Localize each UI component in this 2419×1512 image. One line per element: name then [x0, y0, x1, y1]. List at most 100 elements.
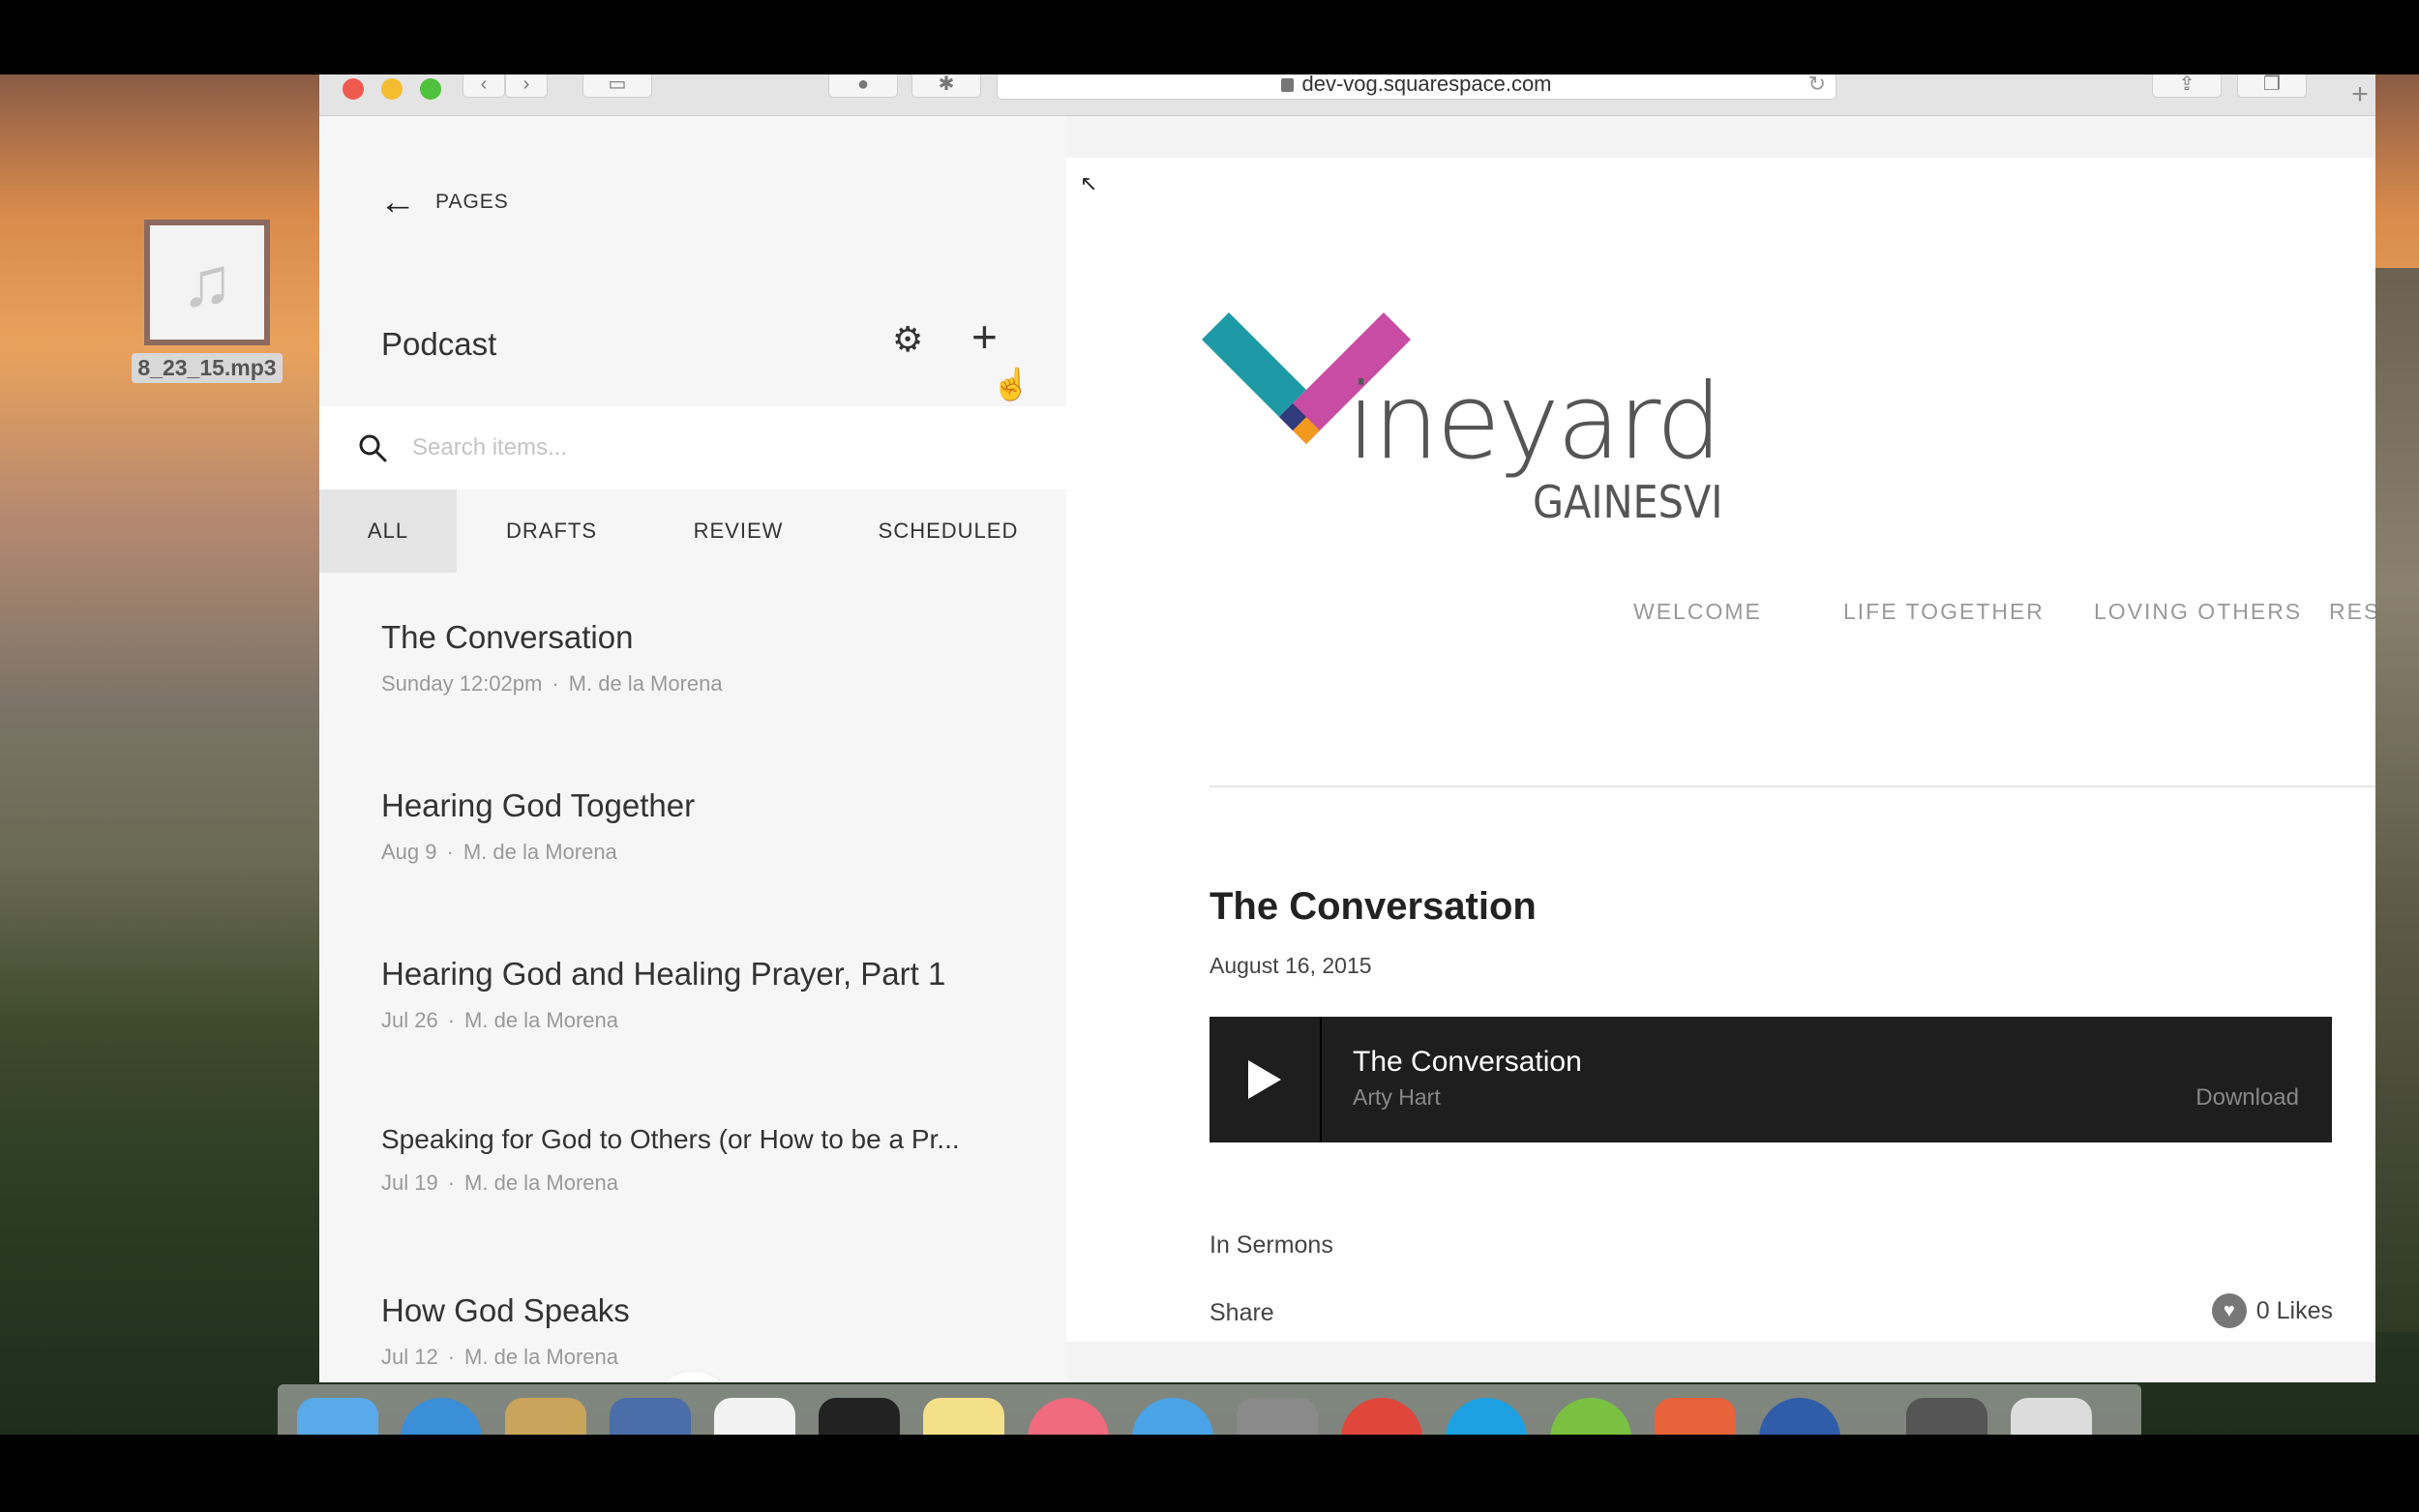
lock-icon [1281, 78, 1295, 93]
item-author: M. de la Morena [463, 840, 617, 864]
downloads-stack-icon[interactable] [1906, 1398, 1987, 1435]
address-bar[interactable]: dev-vog.squarespace.com ↻ [997, 74, 1837, 100]
item-title: Speaking for God to Others (or How to be… [381, 1124, 960, 1154]
item-author: M. de la Morena [464, 1345, 619, 1369]
music-note-icon: ♫ [144, 220, 270, 345]
pages-panel: ← PAGES Podcast ⚙ + ☝ ALL DRAFTS REVIEW … [319, 116, 1066, 1382]
item-title: Hearing God and Healing Prayer, Part 1 [381, 956, 946, 992]
back-to-pages-link[interactable]: ← PAGES [379, 184, 509, 221]
back-nav-icon[interactable]: ‹ [463, 74, 505, 98]
quicktime-icon[interactable] [1759, 1398, 1840, 1435]
list-item[interactable]: Hearing God Together Aug 9 · M. de la More… [319, 741, 1066, 909]
browser-toolbar: ‹ › ▭ ● ✱ dev-vog.squarespace.com ↻ ⇪ ❐ … [319, 74, 2375, 116]
sublime-icon[interactable] [505, 1398, 586, 1435]
filter-tabs: ALL DRAFTS REVIEW SCHEDULED [319, 489, 1066, 573]
item-date: Sunday 12:02pm [381, 671, 543, 696]
acrobat-icon[interactable] [1655, 1398, 1736, 1435]
hand-cursor-icon: ☝ [992, 367, 1030, 401]
safari-icon[interactable] [401, 1398, 482, 1435]
item-author: M. de la Morena [568, 671, 723, 696]
site-nav: WELCOME LIFE TOGETHER LOVING OTHERS RESO… [1066, 599, 2375, 637]
expand-arrow-icon[interactable]: ↖ [1080, 171, 1097, 196]
item-meta: Jul 26 · M. de la Morena [381, 1008, 619, 1032]
address-bar-url: dev-vog.squarespace.com [1301, 74, 1552, 96]
tab-scheduled[interactable]: SCHEDULED [830, 489, 1066, 573]
nav-link-welcome[interactable]: WELCOME [1633, 599, 1762, 625]
item-title: How God Speaks [381, 1292, 630, 1328]
finder-icon[interactable] [297, 1398, 378, 1435]
terminal-icon[interactable] [819, 1398, 900, 1435]
itunes-icon[interactable] [1028, 1398, 1109, 1435]
play-button[interactable] [1210, 1017, 1322, 1142]
search-icon [359, 434, 387, 462]
trash-can-icon[interactable] [2011, 1398, 2092, 1435]
list-item[interactable]: Hearing God and Healing Prayer, Part 1 J… [319, 909, 1066, 1078]
tab-all[interactable]: ALL [319, 489, 457, 573]
item-author: M. de la Morena [464, 1008, 619, 1032]
back-label: PAGES [435, 191, 509, 213]
logo-subtitle: GAINESVILLE [1533, 476, 1724, 525]
desktop-file-name: 8_23_15.mp3 [132, 353, 283, 383]
page-title: Podcast [381, 326, 497, 362]
close-window-button[interactable] [343, 78, 364, 100]
dock [278, 1384, 2141, 1435]
item-meta: Jul 12 · M. de la Morena [381, 1345, 619, 1369]
track-title: The Conversation [1353, 1046, 1582, 1078]
item-title: The Conversation [381, 619, 634, 655]
header-divider [1210, 786, 2375, 787]
extension-icon[interactable]: ● [828, 74, 898, 98]
download-link[interactable]: Download [2195, 1084, 2299, 1112]
search-input[interactable] [412, 434, 993, 461]
notes-icon[interactable] [923, 1398, 1004, 1435]
skype-icon[interactable] [1446, 1398, 1527, 1435]
item-list: The Conversation Sunday 12:02pm · M. de la… [319, 573, 1066, 1382]
item-author: M. de la Morena [464, 1171, 619, 1195]
chrome-icon[interactable] [1341, 1398, 1422, 1435]
screen-bottom-bar [0, 1435, 2419, 1512]
audio-player: The Conversation Arty Hart Download [1210, 1017, 2332, 1142]
item-date: Aug 9 [381, 840, 437, 864]
tabs-overview-icon[interactable]: ❐ [2237, 74, 2307, 98]
likes-count: 0 Likes [2255, 1296, 2333, 1324]
puzzle-extension-icon[interactable]: ✱ [911, 74, 981, 98]
post-category[interactable]: In Sermons [1210, 1231, 1333, 1260]
nav-link-loving-others[interactable]: LOVING OTHERS [2094, 599, 2302, 625]
new-tab-button[interactable]: + [2344, 74, 2375, 115]
maps-icon[interactable] [1550, 1398, 1631, 1435]
calendar-icon[interactable] [714, 1398, 795, 1435]
search-bar [319, 406, 1066, 489]
share-link[interactable]: Share [1210, 1299, 1274, 1327]
sidebar-toggle-icon[interactable]: ▭ [582, 74, 652, 98]
system-preferences-icon[interactable] [1237, 1398, 1318, 1435]
browser-window: ‹ › ▭ ● ✱ dev-vog.squarespace.com ↻ ⇪ ❐ … [319, 74, 2375, 1382]
item-title: Hearing God Together [381, 787, 696, 823]
screen-top-bar [0, 0, 2419, 74]
item-date: Jul 26 [381, 1008, 438, 1032]
list-item[interactable]: How God Speaks Jul 12 · M. de la Morena [319, 1246, 1066, 1382]
play-icon [1248, 1060, 1281, 1099]
sequel-pro-icon[interactable] [610, 1398, 691, 1435]
reload-icon[interactable]: ↻ [1808, 74, 1826, 95]
nav-link-resources[interactable]: RESOU [2329, 599, 2375, 625]
like-button[interactable]: ♥ 0 Likes [2211, 1293, 2333, 1328]
desktop-file[interactable]: ♫ 8_23_15.mp3 [126, 220, 288, 383]
item-meta: Aug 9 · M. de la Morena [381, 840, 617, 864]
forward-nav-icon[interactable]: › [505, 74, 548, 98]
vineyard-logo: ineyard GAINESVILLE [1202, 312, 1724, 525]
app-store-icon[interactable] [1132, 1398, 1213, 1435]
list-item[interactable]: Speaking for God to Others (or How to be… [319, 1078, 1066, 1246]
nav-link-life-together[interactable]: LIFE TOGETHER [1843, 599, 2045, 625]
tab-drafts[interactable]: DRAFTS [457, 489, 646, 573]
share-icon[interactable]: ⇪ [2152, 74, 2222, 98]
minimize-window-button[interactable] [381, 78, 403, 100]
gear-icon[interactable]: ⚙ [892, 322, 923, 357]
list-item[interactable]: The Conversation Sunday 12:02pm · M. de la… [319, 573, 1066, 741]
heart-icon: ♥ [2211, 1293, 2247, 1328]
item-meta: Jul 19 · M. de la Morena [381, 1171, 619, 1195]
logo-wordmark: ineyard [1347, 362, 1719, 483]
tab-review[interactable]: REVIEW [646, 489, 830, 573]
add-item-button[interactable]: + [971, 314, 998, 359]
track-artist: Arty Hart [1353, 1084, 1441, 1110]
zoom-window-button[interactable] [420, 78, 441, 100]
item-date: Jul 12 [381, 1345, 438, 1369]
